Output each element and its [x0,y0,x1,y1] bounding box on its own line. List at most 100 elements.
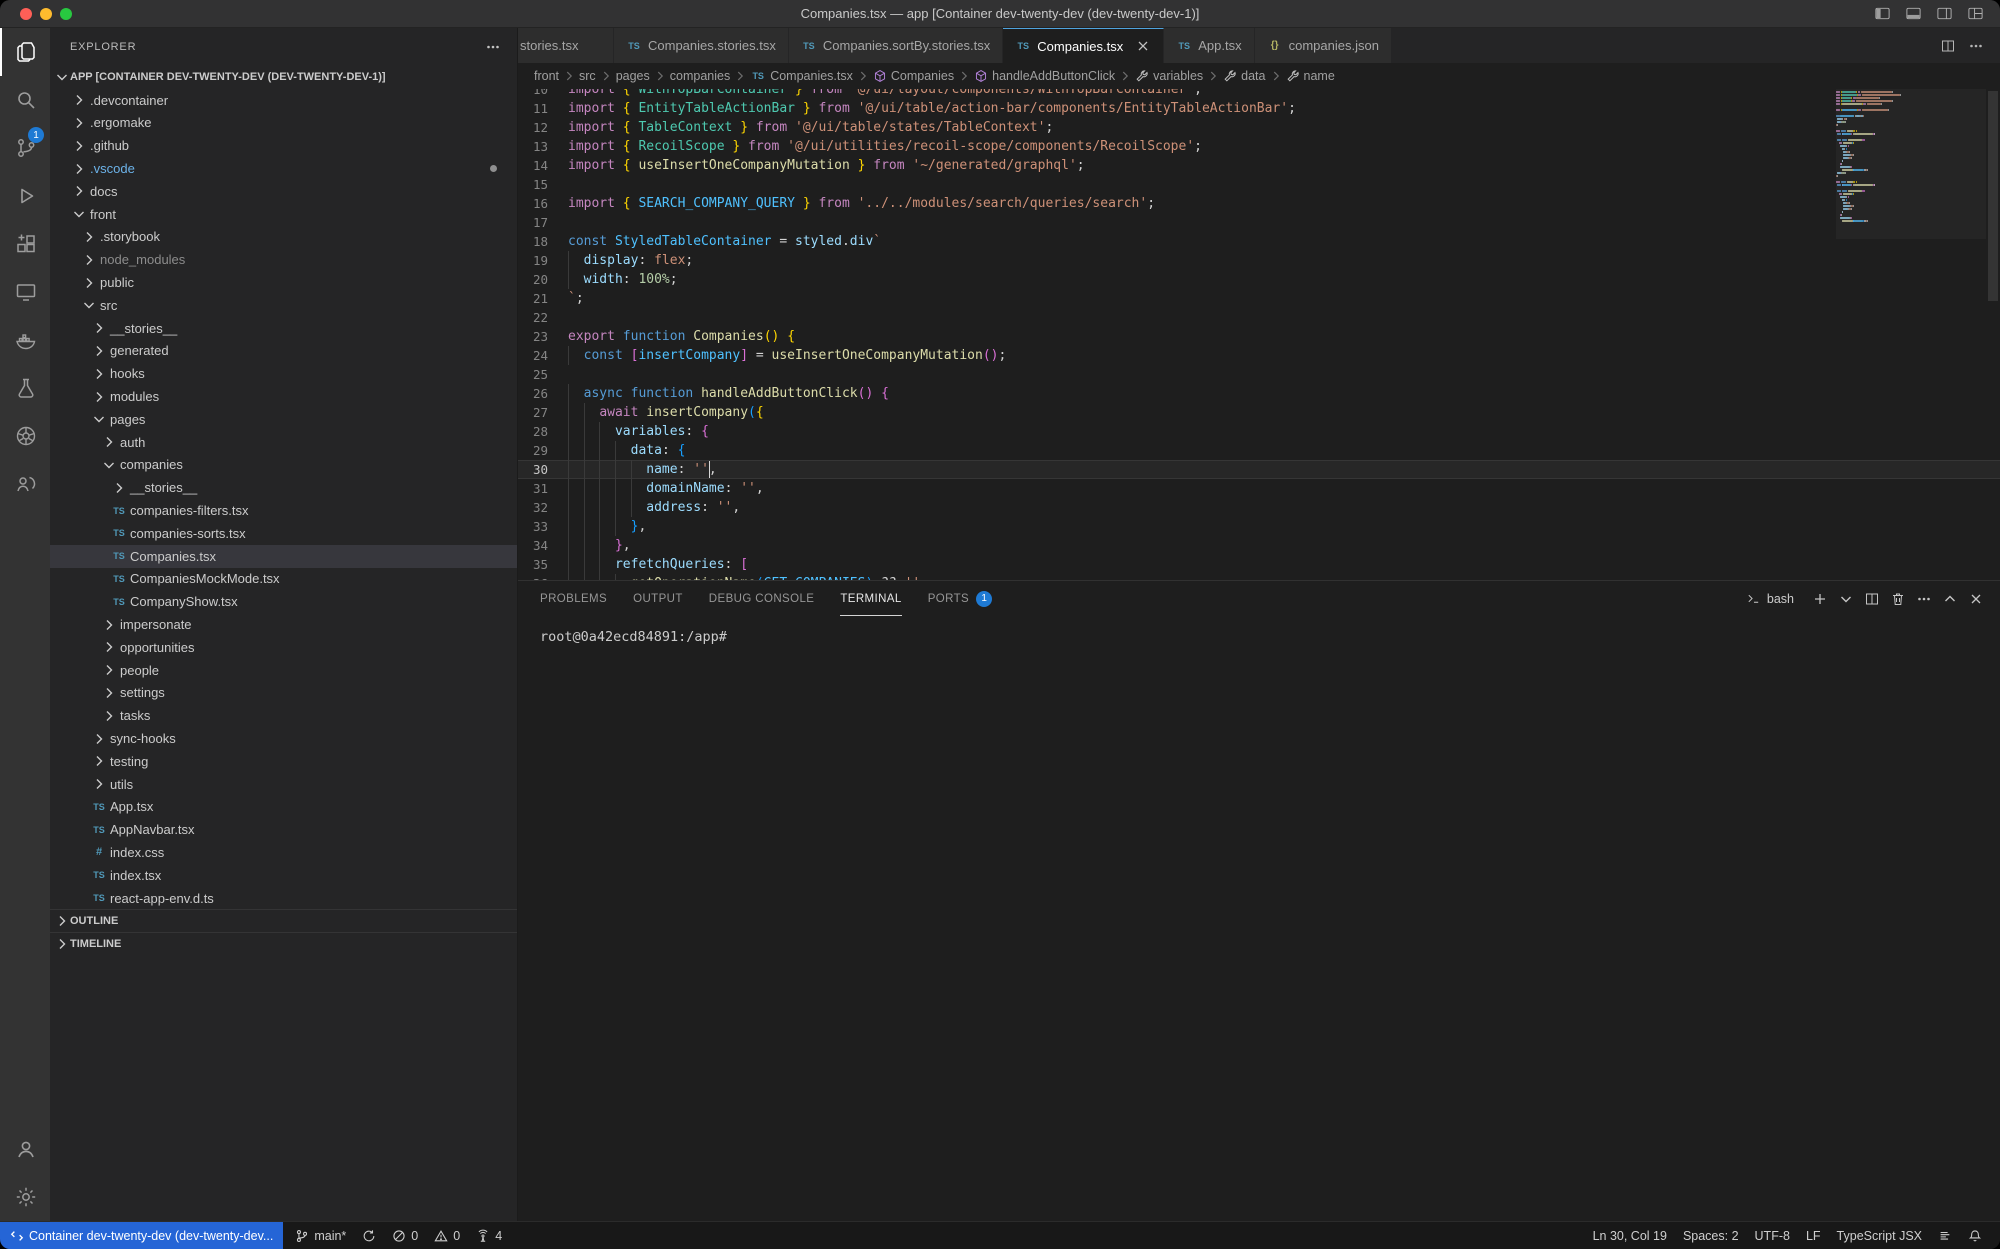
file-react-app-env.d.ts[interactable]: TSreact-app-env.d.ts [50,887,517,910]
folder-public[interactable]: public [50,271,517,294]
encoding[interactable]: UTF-8 [1747,1222,1798,1249]
folder-docs[interactable]: docs [50,180,517,203]
activity-search[interactable] [0,76,50,124]
code-line-18[interactable]: 18const StyledTableContainer = styled.di… [518,232,2000,251]
code-line-33[interactable]: 33 }, [518,517,2000,536]
code-line-36[interactable]: 36 getOperationName(GET_COMPANIES) ?? ''… [518,574,2000,580]
close-panel-icon[interactable] [1968,591,1984,607]
tab-companies.json[interactable]: {}companies.json [1255,28,1392,63]
split-terminal-icon[interactable] [1864,591,1880,607]
breadcrumb-name[interactable]: name [1286,69,1335,83]
code-line-19[interactable]: 19 display: flex; [518,251,2000,270]
file-CompanyShow.tsx[interactable]: TSCompanyShow.tsx [50,590,517,613]
terminal-profile-picker-icon[interactable] [1838,591,1854,607]
tab-Companies.tsx[interactable]: TSCompanies.tsx [1003,28,1164,63]
layout-customize-icon[interactable] [1967,5,1984,22]
maximize-panel-icon[interactable] [1942,591,1958,607]
notifications-bell[interactable] [1960,1222,1990,1249]
timeline-section[interactable]: TIMELINE [50,932,517,955]
file-companies-sorts.tsx[interactable]: TScompanies-sorts.tsx [50,522,517,545]
folder-tasks[interactable]: tasks [50,704,517,727]
folder-__stories__[interactable]: __stories__ [50,476,517,499]
file-index.tsx[interactable]: TSindex.tsx [50,864,517,887]
split-editor-icon[interactable] [1940,38,1956,54]
eol[interactable]: LF [1798,1222,1829,1249]
breadcrumb-front[interactable]: front [534,69,559,83]
activity-beaker[interactable] [0,364,50,412]
new-terminal-icon[interactable] [1812,591,1828,607]
tab-App.tsx[interactable]: TSApp.tsx [1164,28,1254,63]
code-line-22[interactable]: 22 [518,308,2000,327]
code-line-12[interactable]: 12import { TableContext } from '@/ui/tab… [518,118,2000,137]
code-line-32[interactable]: 32 address: '', [518,498,2000,517]
folder-people[interactable]: people [50,659,517,682]
folder-node_modules[interactable]: node_modules [50,248,517,271]
file-Companies.tsx[interactable]: TSCompanies.tsx [50,545,517,568]
breadcrumb-Companies[interactable]: Companies [873,69,954,83]
formatter-status[interactable] [1930,1222,1960,1249]
activity-docker[interactable] [0,316,50,364]
activity-settings-gear[interactable] [0,1173,50,1221]
layout-sidebar-left-icon[interactable] [1874,5,1891,22]
code-line-14[interactable]: 14import { useInsertOneCompanyMutation }… [518,156,2000,175]
folder-.github[interactable]: .github [50,134,517,157]
code-line-11[interactable]: 11import { EntityTableActionBar } from '… [518,99,2000,118]
folder-.devcontainer[interactable]: .devcontainer [50,89,517,112]
breadcrumb-handleAddButtonClick[interactable]: handleAddButtonClick [974,69,1115,83]
activity-source-control[interactable]: 1 [0,124,50,172]
layout-panel-icon[interactable] [1905,5,1922,22]
kebab-icon[interactable] [1968,38,1984,54]
activity-accounts[interactable] [0,1125,50,1173]
tab-Companies.stories.tsx[interactable]: TSCompanies.stories.tsx [614,28,789,63]
folder-companies[interactable]: companies [50,454,517,477]
explorer-more-actions-icon[interactable] [485,39,501,55]
forwarded-ports[interactable]: 4 [468,1222,510,1249]
workspace-root-folder[interactable]: APP [CONTAINER DEV-TWENTY-DEV (DEV-TWENT… [50,66,517,89]
code-line-25[interactable]: 25 [518,365,2000,384]
activity-explorer[interactable] [0,28,50,76]
terminal-more-actions-icon[interactable] [1916,591,1932,607]
panel-tab-problems[interactable]: PROBLEMS [540,581,607,616]
code-line-15[interactable]: 15 [518,175,2000,194]
folder-generated[interactable]: generated [50,340,517,363]
panel-tab-terminal[interactable]: TERMINAL [840,581,901,616]
zoom-window-button[interactable] [60,8,72,20]
activity-live-share[interactable] [0,460,50,508]
activity-remote-explorer[interactable] [0,268,50,316]
folder-testing[interactable]: testing [50,750,517,773]
code-line-28[interactable]: 28 variables: { [518,422,2000,441]
folder-__stories__[interactable]: __stories__ [50,317,517,340]
cursor-position[interactable]: Ln 30, Col 19 [1585,1222,1675,1249]
folder-.vscode[interactable]: .vscode [50,157,517,180]
breadcrumb-Companies.tsx[interactable]: TSCompanies.tsx [750,69,853,83]
folder-src[interactable]: src [50,294,517,317]
indentation[interactable]: Spaces: 2 [1675,1222,1747,1249]
close-window-button[interactable] [20,8,32,20]
terminal[interactable]: root@0a42ecd84891:/app# [518,616,2000,1221]
minimap[interactable] [1836,89,1986,580]
layout-sidebar-right-icon[interactable] [1936,5,1953,22]
folder-front[interactable]: front [50,203,517,226]
sync-changes[interactable] [354,1222,384,1249]
code-line-13[interactable]: 13import { RecoilScope } from '@/ui/util… [518,137,2000,156]
problems-errors[interactable]: 0 [384,1222,426,1249]
breadcrumb-src[interactable]: src [579,69,596,83]
folder-auth[interactable]: auth [50,431,517,454]
code-line-34[interactable]: 34 }, [518,536,2000,555]
code-line-23[interactable]: 23export function Companies() { [518,327,2000,346]
code-line-17[interactable]: 17 [518,213,2000,232]
code-line-16[interactable]: 16import { SEARCH_COMPANY_QUERY } from '… [518,194,2000,213]
folder-opportunities[interactable]: opportunities [50,636,517,659]
folder-modules[interactable]: modules [50,385,517,408]
panel-tab-output[interactable]: OUTPUT [633,581,683,616]
file-CompaniesMockMode.tsx[interactable]: TSCompaniesMockMode.tsx [50,568,517,591]
problems-warnings[interactable]: 0 [426,1222,468,1249]
kill-terminal-icon[interactable] [1890,591,1906,607]
minimap-slider[interactable] [1836,89,1986,239]
folder-settings[interactable]: settings [50,682,517,705]
code-line-24[interactable]: 24 const [insertCompany] = useInsertOneC… [518,346,2000,365]
language-mode[interactable]: TypeScript JSX [1829,1222,1930,1249]
close-tab-icon[interactable] [1135,38,1151,54]
folder-.ergomake[interactable]: .ergomake [50,112,517,135]
git-branch-status[interactable]: main* [287,1222,354,1249]
